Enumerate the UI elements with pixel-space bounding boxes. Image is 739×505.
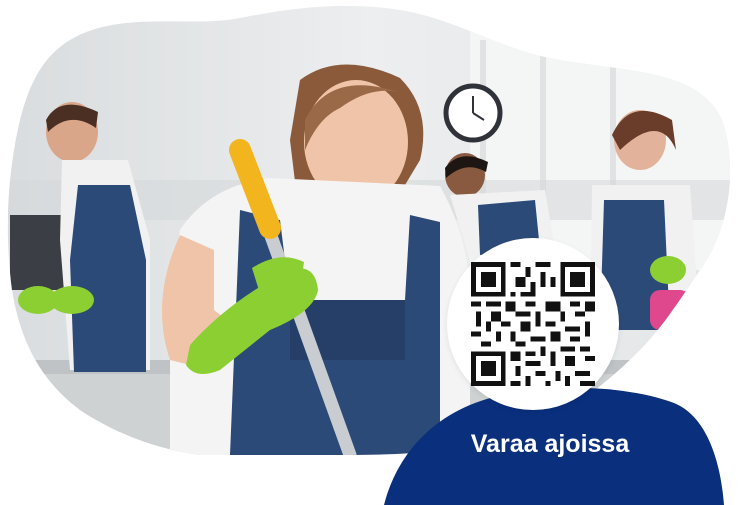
qr-code-icon: [471, 262, 595, 386]
qr-badge[interactable]: [447, 238, 619, 410]
